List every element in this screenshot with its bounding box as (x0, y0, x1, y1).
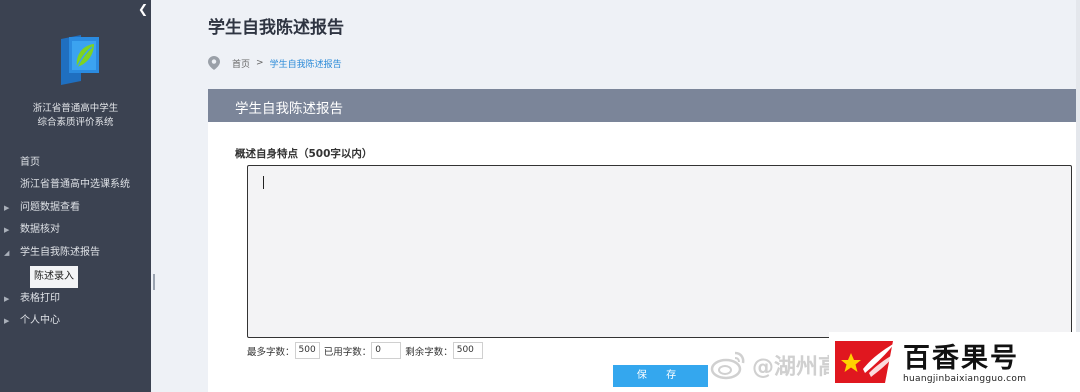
remaining-words-value: 500 (452, 342, 483, 359)
used-words-value: 0 (371, 342, 402, 359)
sidebar-item-self-report[interactable]: ◢ 学生自我陈述报告 (0, 242, 151, 264)
breadcrumb: 首页 > 学生自我陈述报告 (208, 55, 342, 71)
sidebar-subitem-statement-entry[interactable]: 陈述录入 (30, 265, 78, 288)
save-button[interactable]: 保 存 (613, 365, 708, 387)
collapse-sidebar-icon[interactable]: ❮ (137, 2, 149, 16)
sidebar-subitem-wrapper: 陈述录入 (0, 264, 151, 288)
max-words-label: 最多字数： (247, 346, 295, 358)
sidebar-item-label: 表格打印 (20, 292, 60, 304)
max-words-value: 500 (294, 342, 320, 359)
breadcrumb-current: 学生自我陈述报告 (269, 59, 342, 70)
sidebar-nav: 首页 浙江省普通高中选课系统 ▶ 问题数据查看 ▶ 数据核对 ◢ 学生自我陈述报… (0, 152, 151, 333)
caret-right-icon: ▶ (4, 294, 10, 303)
location-pin-icon (208, 56, 220, 70)
brand-watermark: 百香果号 huangjinbaixiangguo.com (829, 332, 1080, 392)
sidebar-item-course-selection[interactable]: 浙江省普通高中选课系统 (0, 174, 151, 196)
sidebar-item-label: 数据核对 (20, 224, 60, 236)
caret-right-icon: ▶ (4, 317, 10, 326)
sidebar-item-label: 问题数据查看 (20, 201, 80, 213)
caret-down-icon: ◢ (4, 248, 10, 257)
remaining-words-label: 剩余字数： (405, 346, 453, 358)
sidebar-item-label: 浙江省普通高中选课系统 (20, 179, 130, 191)
system-title-line1: 浙江省普通高中学生 (32, 103, 119, 114)
sidebar: ❮ 浙江省普通高中学生 综合素质评价系统 首页 浙江省普通高中选课系统 ▶ 问题… (0, 0, 151, 392)
panel-title: 学生自我陈述报告 (235, 101, 343, 117)
sidebar-item-label: 首页 (20, 157, 40, 168)
used-words-label: 已用字数： (323, 346, 372, 358)
self-description-label: 概述自身特点（500字以内） (235, 148, 373, 160)
sidebar-item-profile[interactable]: ▶ 个人中心 (0, 310, 151, 332)
system-title-line2: 综合素质评价系统 (37, 117, 114, 128)
self-description-textarea[interactable] (247, 165, 1072, 338)
brand-url: huangjinbaixiangguo.com (903, 374, 1027, 384)
system-logo (61, 35, 99, 85)
breadcrumb-home-link[interactable]: 首页 (232, 57, 250, 70)
breadcrumb-separator: > (256, 58, 264, 68)
caret-right-icon: ▶ (4, 203, 10, 212)
brand-name: 百香果号 (903, 343, 1019, 374)
weibo-watermark: @湖州高 (710, 345, 840, 385)
weibo-logo-icon (710, 351, 745, 380)
sidebar-item-label: 个人中心 (20, 315, 60, 327)
sidebar-item-label: 学生自我陈述报告 (20, 246, 100, 258)
weibo-watermark-text: @湖州高 (752, 355, 841, 380)
brand-flag-logo (835, 341, 896, 383)
sidebar-item-home[interactable]: 首页 (0, 152, 151, 174)
sidebar-item-print[interactable]: ▶ 表格打印 (0, 288, 151, 310)
system-title: 浙江省普通高中学生 综合素质评价系统 (0, 102, 151, 130)
page-title: 学生自我陈述报告 (208, 18, 344, 38)
caret-right-icon: ▶ (4, 226, 10, 235)
sidebar-item-data-check[interactable]: ▶ 数据核对 (0, 219, 151, 241)
sidebar-resize-handle[interactable] (153, 274, 155, 290)
text-cursor (263, 176, 264, 189)
word-counter: 最多字数： 500 已用字数： 0 剩余字数： 500 (247, 342, 487, 359)
panel-header: 学生自我陈述报告 (208, 89, 1080, 122)
sidebar-item-problem-data[interactable]: ▶ 问题数据查看 (0, 197, 151, 219)
